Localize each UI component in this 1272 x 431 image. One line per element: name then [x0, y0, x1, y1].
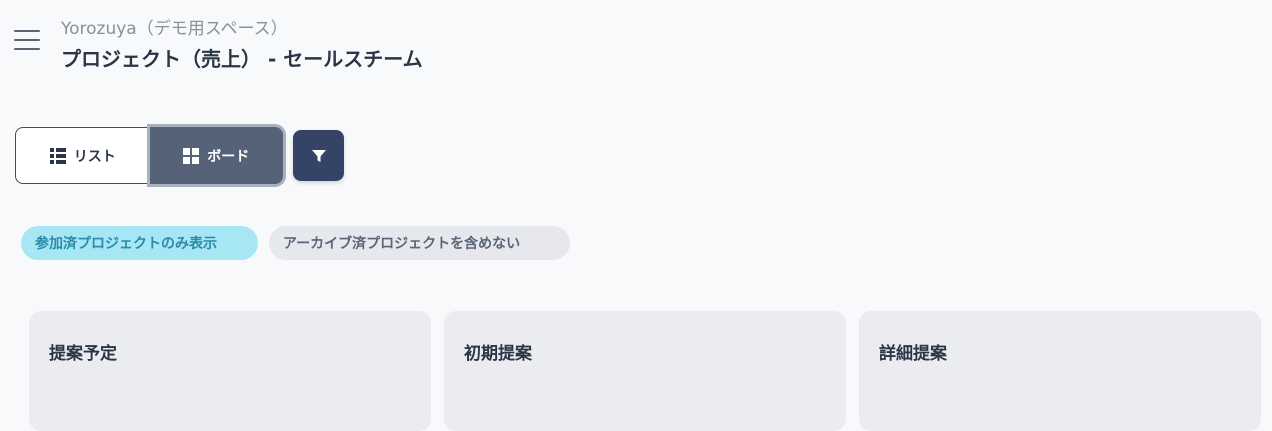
column-title: 詳細提案	[879, 344, 947, 364]
page-title: プロジェクト（売上） - セールスチーム	[61, 47, 423, 71]
exclude-archived-filter-chip[interactable]: アーカイブ済プロジェクトを含めない	[269, 226, 570, 260]
filter-icon	[311, 149, 326, 162]
workspace-name: Yorozuya（デモ用スペース）	[61, 19, 288, 39]
board-column: 提案予定	[29, 311, 431, 431]
list-view-label: リスト	[73, 148, 116, 165]
joined-projects-filter-chip[interactable]: 参加済プロジェクトのみ表示	[21, 226, 258, 260]
view-toggle: リスト ボード	[15, 127, 283, 184]
board-view-label: ボード	[207, 148, 250, 165]
filter-button[interactable]	[293, 130, 344, 181]
column-title: 提案予定	[49, 344, 117, 364]
board-column: 詳細提案	[859, 311, 1261, 431]
board-view-button[interactable]: ボード	[149, 127, 283, 184]
grid-icon	[183, 147, 200, 164]
board-column: 初期提案	[444, 311, 846, 431]
menu-icon[interactable]	[14, 30, 40, 50]
chip-label: 参加済プロジェクトのみ表示	[35, 236, 217, 252]
list-view-button[interactable]: リスト	[15, 127, 150, 184]
column-title: 初期提案	[464, 344, 532, 364]
list-icon	[49, 147, 66, 164]
chip-label: アーカイブ済プロジェクトを含めない	[283, 236, 521, 252]
